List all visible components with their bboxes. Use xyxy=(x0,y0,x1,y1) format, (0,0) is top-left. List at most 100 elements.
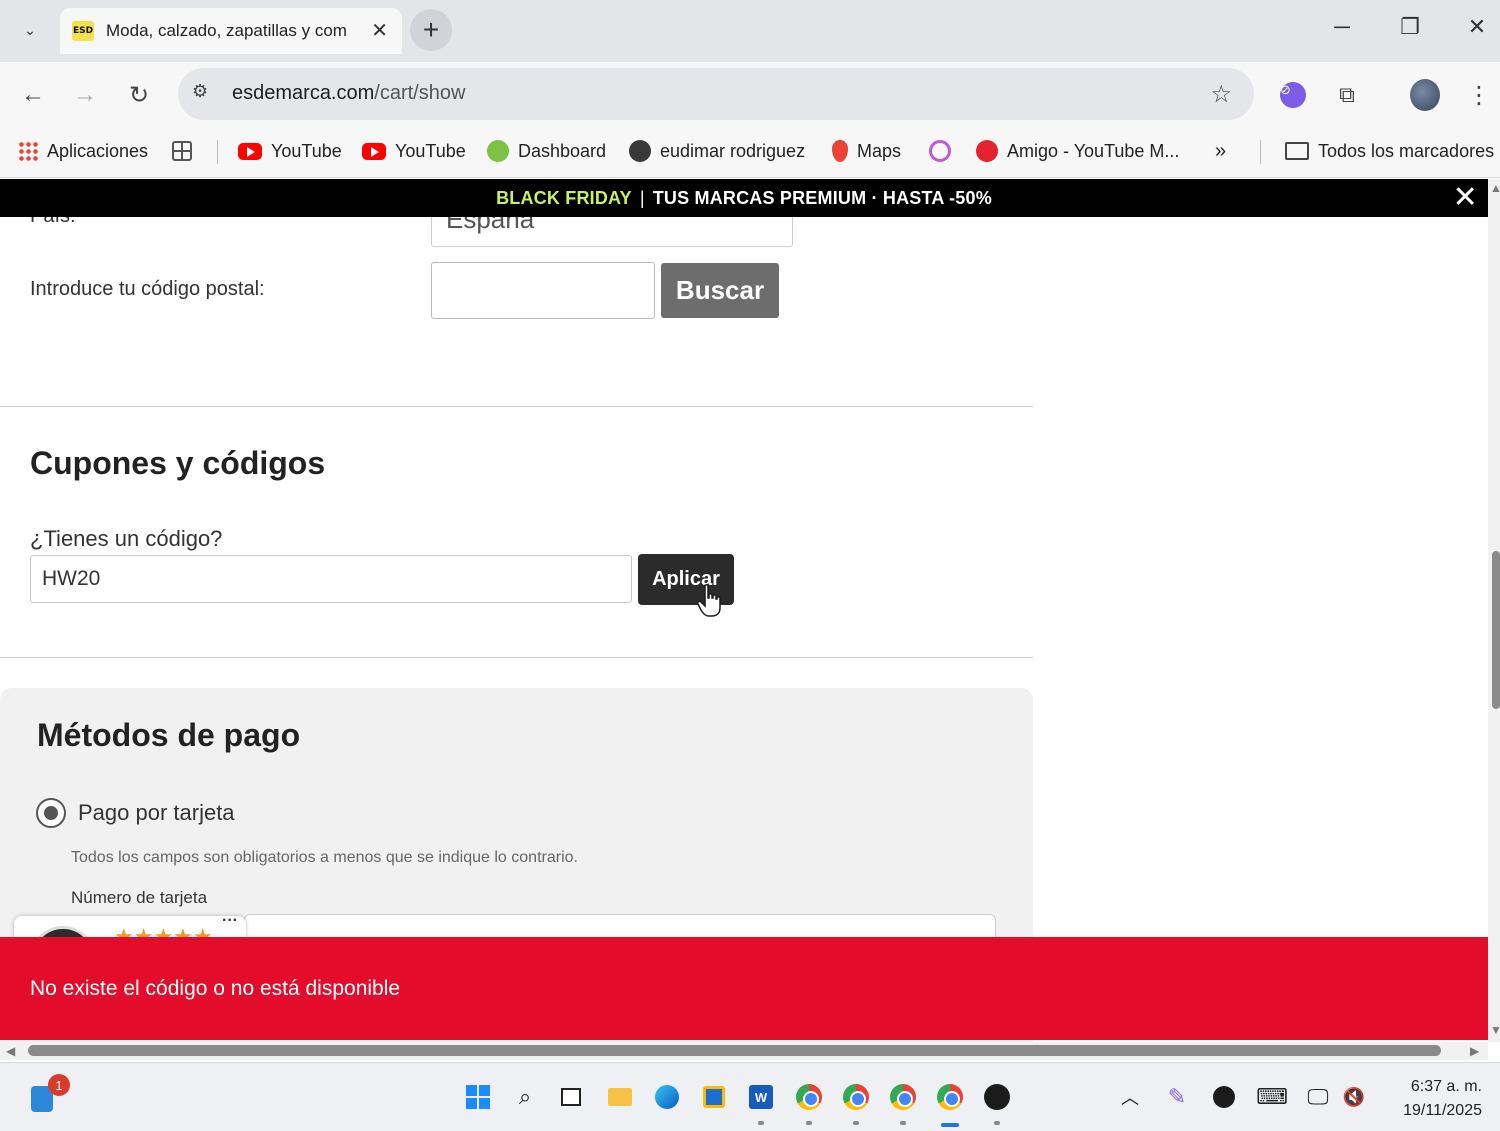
bookmark-all-folder[interactable]: Todos los marcadores xyxy=(1285,137,1494,165)
bookmarks-bar: Aplicaciones YouTube YouTube Dashboard e… xyxy=(0,126,1500,178)
bookmark-separator xyxy=(1260,140,1261,164)
promo-divider: | xyxy=(639,187,645,208)
maps-pin-icon xyxy=(832,140,848,162)
coupon-code-input[interactable]: HW20 xyxy=(30,555,632,603)
new-tab-button[interactable]: + xyxy=(410,9,452,51)
postal-code-input[interactable] xyxy=(431,262,655,319)
clock-date: 19/11/2025 xyxy=(1403,1102,1482,1119)
running-indicator xyxy=(758,1121,764,1125)
postal-code-label: Introduce tu código postal: xyxy=(30,278,265,300)
scroll-down-arrow-icon[interactable]: ▼ xyxy=(1490,1023,1500,1037)
vertical-scrollbar[interactable]: ▲ ▼ xyxy=(1488,179,1500,1042)
back-arrow-icon[interactable]: ← xyxy=(16,78,50,112)
chrome-icon[interactable] xyxy=(795,1083,823,1111)
tray-app-icon[interactable] xyxy=(1210,1083,1238,1111)
promo-banner: BLACK FRIDAY | TUS MARCAS PREMIUM · HAST… xyxy=(0,179,1488,217)
windows-taskbar: 1 ⌕ W ︿ ✎ ⌨ 🖵 🔇 6:37 a. m. 19/11/2025 xyxy=(0,1062,1500,1131)
tab-search-chevron-icon[interactable]: ⌄ xyxy=(14,16,46,44)
search-icon[interactable]: ⌕ xyxy=(511,1083,539,1111)
tab-strip: ⌄ ESD Moda, calzado, zapatillas y com ✕ … xyxy=(0,0,1500,62)
address-bar[interactable]: ⚙ esdemarca.com/cart/show ☆ xyxy=(178,68,1254,120)
scroll-up-arrow-icon[interactable]: ▲ xyxy=(1490,181,1500,195)
cc-extension-icon xyxy=(929,140,951,162)
horizontal-scrollbar[interactable]: ◀ ▶ xyxy=(0,1042,1488,1060)
bookmark-cc[interactable] xyxy=(929,137,960,165)
running-indicator xyxy=(900,1121,906,1125)
bookmark-separator xyxy=(217,140,218,164)
bookmark-apps[interactable]: Aplicaciones xyxy=(18,137,148,165)
scroll-right-arrow-icon[interactable]: ▶ xyxy=(1470,1044,1479,1058)
start-windows-icon[interactable] xyxy=(464,1083,492,1111)
card-payment-label[interactable]: Pago por tarjeta xyxy=(78,800,235,826)
apps-grid-icon xyxy=(18,141,38,161)
coupons-title: Cupones y códigos xyxy=(30,445,326,481)
search-postal-button[interactable]: Buscar xyxy=(661,263,779,318)
dark-app-icon[interactable] xyxy=(983,1083,1011,1111)
bookmark-star-icon[interactable]: ☆ xyxy=(1210,80,1232,109)
extension-purple-icon[interactable]: ⊘ xyxy=(1278,80,1308,110)
more-options-icon[interactable]: ··· xyxy=(222,912,238,930)
card-payment-radio[interactable] xyxy=(36,798,66,828)
chrome-icon[interactable] xyxy=(842,1083,870,1111)
volume-muted-icon[interactable]: 🔇 xyxy=(1340,1083,1368,1111)
bookmark-grid[interactable] xyxy=(172,137,201,165)
edge-icon[interactable] xyxy=(653,1083,681,1111)
close-window-icon[interactable]: ✕ xyxy=(1457,14,1497,40)
site-settings-icon[interactable]: ⚙ xyxy=(192,81,216,105)
scroll-left-arrow-icon[interactable]: ◀ xyxy=(6,1044,15,1058)
profile-avatar[interactable] xyxy=(1410,79,1440,111)
system-clock[interactable]: 6:37 a. m. 19/11/2025 xyxy=(1403,1075,1482,1123)
bookmark-amigo[interactable]: Amigo - YouTube M... xyxy=(976,137,1179,165)
network-icon[interactable]: 🖵 xyxy=(1304,1083,1332,1111)
bookmark-eudimar[interactable]: eudimar rodriguez xyxy=(629,137,805,165)
youtube-icon xyxy=(362,142,386,160)
error-message: No existe el código o no está disponible xyxy=(30,977,401,1000)
promo-highlight: BLACK FRIDAY xyxy=(496,187,632,208)
running-indicator xyxy=(994,1121,1000,1125)
bookmark-maps[interactable]: Maps xyxy=(832,137,901,165)
store-icon[interactable] xyxy=(700,1083,728,1111)
show-hidden-icons-chevron-icon[interactable]: ︿ xyxy=(1116,1083,1144,1111)
pen-icon[interactable]: ✎ xyxy=(1163,1083,1191,1111)
word-icon[interactable]: W xyxy=(747,1083,775,1111)
site-favicon-icon: ESD xyxy=(72,21,94,41)
task-view-icon[interactable] xyxy=(557,1083,585,1111)
extensions-puzzle-icon[interactable]: ⧉ xyxy=(1332,80,1362,110)
bookmark-youtube-2[interactable]: YouTube xyxy=(362,137,466,165)
promo-text: TUS MARCAS PREMIUM · HASTA -50% xyxy=(652,187,992,208)
payment-methods-title: Métodos de pago xyxy=(37,717,301,753)
required-fields-note: Todos los campos son obligatorios a meno… xyxy=(71,849,578,866)
horizontal-scroll-thumb[interactable] xyxy=(28,1045,1441,1056)
keyboard-icon[interactable]: ⌨ xyxy=(1256,1083,1288,1111)
bookmark-dashboard[interactable]: Dashboard xyxy=(487,137,606,165)
file-explorer-icon[interactable] xyxy=(606,1083,634,1111)
reload-icon[interactable]: ↻ xyxy=(122,78,156,112)
coupon-label: ¿Tienes un código? xyxy=(30,526,223,551)
running-indicator xyxy=(853,1121,859,1125)
browser-tab-active[interactable]: ESD Moda, calzado, zapatillas y com ✕ xyxy=(60,8,402,54)
url-text[interactable]: esdemarca.com/cart/show xyxy=(232,82,465,105)
browser-toolbar: ← → ↻ ⚙ esdemarca.com/cart/show ☆ ⊘ ⧉ ⋮ xyxy=(0,62,1500,126)
menu-kebab-icon[interactable]: ⋮ xyxy=(1464,80,1494,110)
bookmark-youtube-1[interactable]: YouTube xyxy=(238,137,342,165)
youtube-icon xyxy=(238,142,262,160)
notification-badge: 1 xyxy=(48,1074,70,1096)
running-indicator xyxy=(806,1121,812,1125)
clock-time: 6:37 a. m. xyxy=(1410,1078,1482,1095)
globe-icon xyxy=(629,140,651,162)
promo-close-icon[interactable]: ✕ xyxy=(1453,183,1478,213)
error-toast: No existe el código o no está disponible xyxy=(0,937,1488,1040)
forward-arrow-icon[interactable]: → xyxy=(68,78,102,112)
restore-icon[interactable]: ❐ xyxy=(1390,14,1430,40)
chrome-icon[interactable] xyxy=(889,1083,917,1111)
chrome-icon-active[interactable] xyxy=(936,1083,964,1111)
tab-close-icon[interactable]: ✕ xyxy=(371,18,388,43)
vertical-scroll-thumb[interactable] xyxy=(1492,551,1500,709)
active-app-indicator xyxy=(941,1123,959,1127)
minimize-icon[interactable]: ─ xyxy=(1322,14,1362,40)
folder-icon xyxy=(1285,142,1309,160)
bookmarks-overflow-icon[interactable]: » xyxy=(1215,137,1226,165)
dashboard-icon xyxy=(487,140,509,162)
page-viewport: País: España BLACK FRIDAY | TUS MARCAS P… xyxy=(0,179,1488,1042)
tab-groups-icon xyxy=(172,141,192,161)
